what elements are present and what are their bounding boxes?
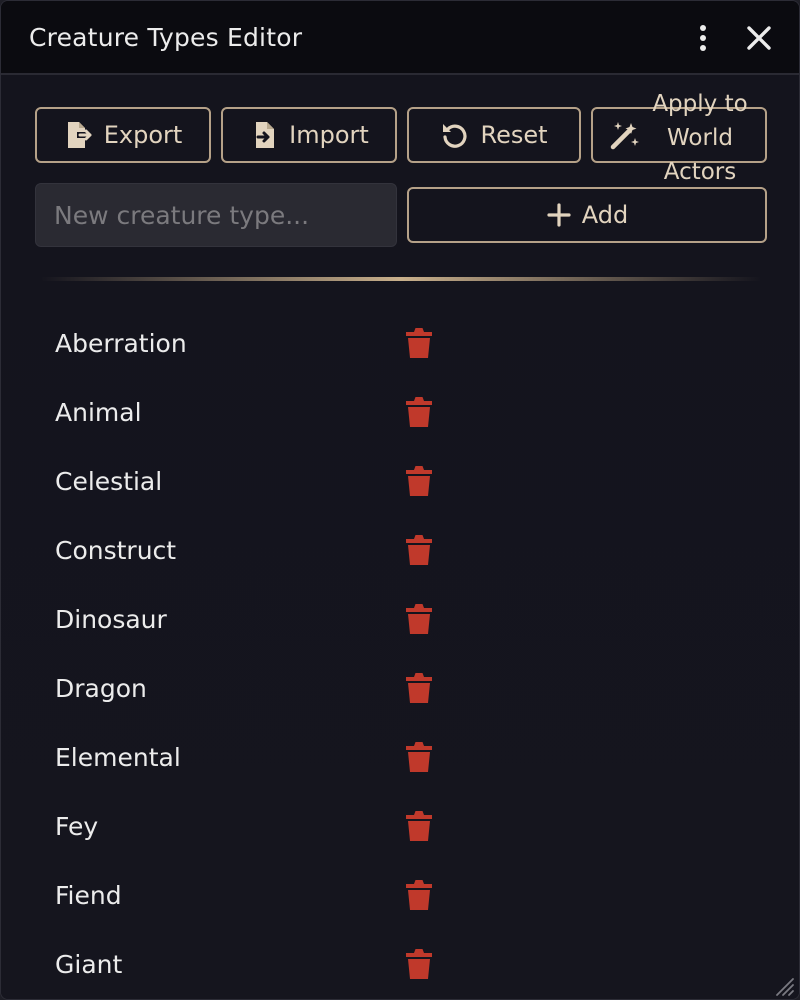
reset-button[interactable]: Reset <box>407 107 581 163</box>
trash-icon[interactable] <box>405 741 433 773</box>
new-creature-type-input[interactable] <box>35 183 397 247</box>
import-label: Import <box>289 121 369 149</box>
creature-type-label: Construct <box>55 536 177 565</box>
add-button[interactable]: Add <box>407 187 767 243</box>
magic-wand-icon <box>610 122 639 150</box>
plus-icon <box>547 203 571 227</box>
apply-label: Apply to World Actors <box>652 91 748 185</box>
creature-type-label: Celestial <box>55 467 163 496</box>
rotate-left-icon <box>443 124 468 148</box>
resize-grip-icon[interactable] <box>773 975 795 997</box>
creature-type-label: Fiend <box>55 881 122 910</box>
section-divider <box>41 277 761 281</box>
creature-type-label: Giant <box>55 950 123 979</box>
kebab-menu-icon[interactable] <box>692 23 716 53</box>
export-button[interactable]: Export <box>35 107 211 163</box>
creature-type-row: Aberration <box>35 311 767 380</box>
close-icon[interactable] <box>743 22 775 54</box>
import-button[interactable]: Import <box>221 107 397 163</box>
creature-type-label: Dragon <box>55 674 147 703</box>
window-titlebar: Creature Types Editor <box>1 1 799 75</box>
reset-label: Reset <box>480 121 548 149</box>
creature-type-row: Construct <box>35 518 767 587</box>
trash-icon[interactable] <box>405 672 433 704</box>
creature-type-row: Celestial <box>35 449 767 518</box>
creature-types-editor-window: Creature Types Editor Export Import Rese… <box>0 0 800 1000</box>
trash-icon[interactable] <box>405 396 433 428</box>
export-label: Export <box>103 121 183 149</box>
creature-type-row: Animal <box>35 380 767 449</box>
creature-type-row: Dragon <box>35 656 767 725</box>
creature-type-row: Dinosaur <box>35 587 767 656</box>
creature-type-row: Fey <box>35 794 767 863</box>
trash-icon[interactable] <box>405 603 433 635</box>
trash-icon[interactable] <box>405 879 433 911</box>
creature-type-label: Animal <box>55 398 142 427</box>
window-title: Creature Types Editor <box>29 23 303 52</box>
trash-icon[interactable] <box>405 327 433 359</box>
trash-icon[interactable] <box>405 948 433 980</box>
creature-type-row: Fiend <box>35 863 767 932</box>
file-export-icon <box>67 122 92 148</box>
creature-type-label: Fey <box>55 812 99 841</box>
creature-type-label: Elemental <box>55 743 181 772</box>
editor-content: Export Import Reset Apply to World Actor… <box>1 77 799 999</box>
creature-type-list: Aberration Animal Celestial Construct Dinosa… <box>35 311 767 999</box>
trash-icon[interactable] <box>405 810 433 842</box>
add-label: Add <box>581 201 629 229</box>
apply-to-world-actors-button[interactable]: Apply to World Actors <box>591 91 767 185</box>
trash-icon[interactable] <box>405 534 433 566</box>
creature-type-row: Elemental <box>35 725 767 794</box>
creature-type-label: Aberration <box>55 329 187 358</box>
creature-type-row: Giant <box>35 932 767 999</box>
trash-icon[interactable] <box>405 465 433 497</box>
file-import-icon <box>256 122 275 148</box>
creature-type-label: Dinosaur <box>55 605 167 634</box>
